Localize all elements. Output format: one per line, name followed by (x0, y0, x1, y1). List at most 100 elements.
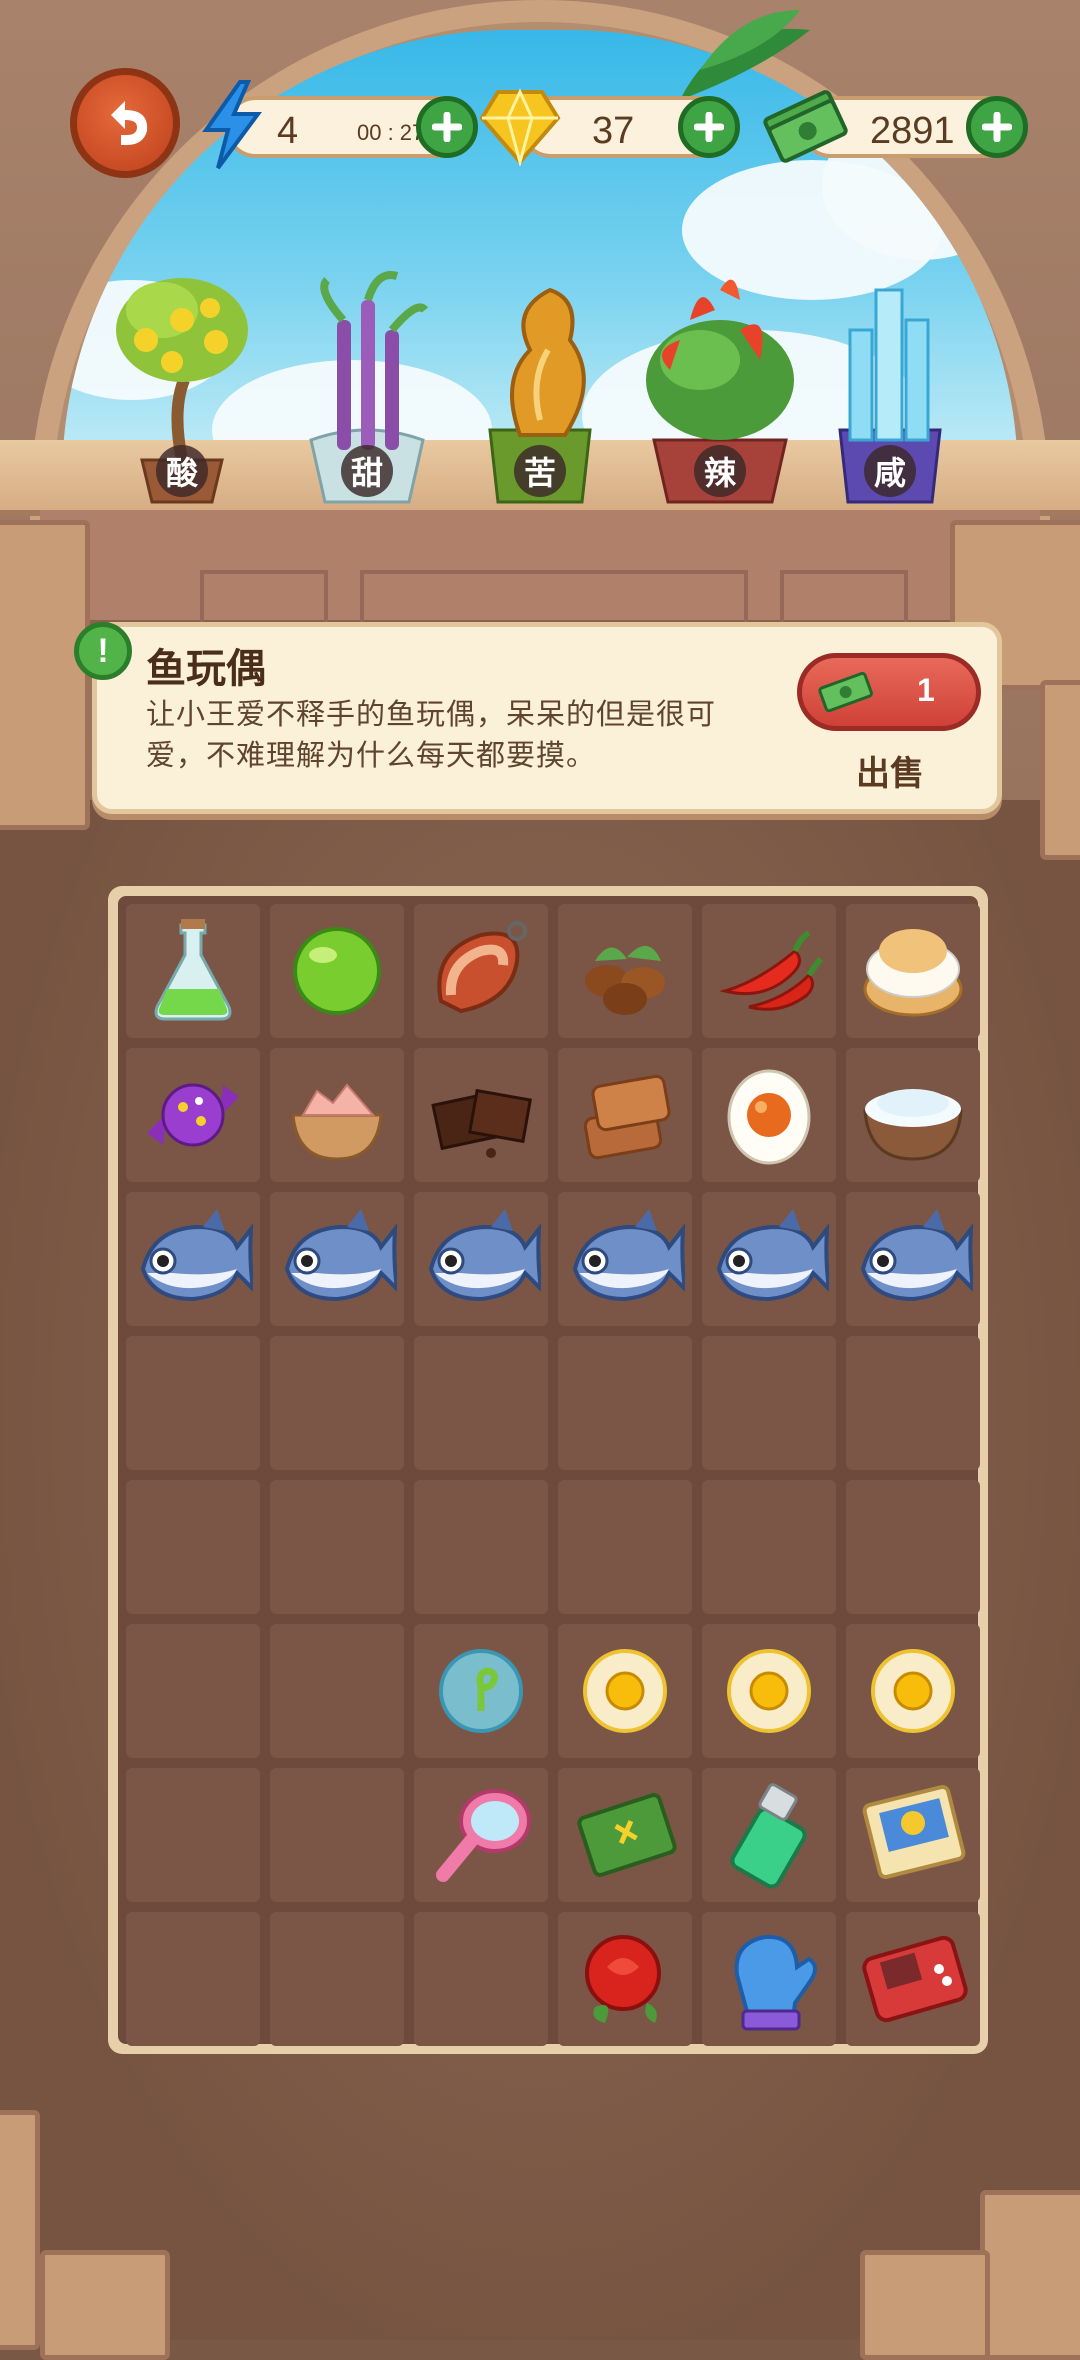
inventory-slot-empty[interactable] (126, 1912, 260, 2046)
inventory-slot-empty[interactable] (126, 1624, 260, 1758)
inventory-slot[interactable] (270, 904, 404, 1038)
gem-value: 37 (592, 110, 635, 152)
inventory-slot[interactable] (126, 1192, 260, 1326)
inventory-slot[interactable] (414, 1192, 548, 1326)
crate-bottom-left (0, 2110, 40, 2350)
inventory-slot[interactable] (414, 1048, 548, 1182)
plant-label-spicy: 辣 (694, 445, 746, 497)
cash-icon (763, 90, 848, 163)
inventory-slot-empty[interactable] (126, 1768, 260, 1902)
inventory-slot-empty[interactable] (414, 1480, 548, 1614)
inventory-slot[interactable] (414, 1768, 548, 1902)
sell-button[interactable]: 1 (797, 653, 981, 731)
cabinet (40, 510, 1040, 634)
fish-plush-icon (572, 1209, 685, 1302)
inventory-slot[interactable] (270, 1048, 404, 1182)
inventory-slot-empty[interactable] (846, 1336, 980, 1470)
inventory-slot-empty[interactable] (702, 1336, 836, 1470)
inventory-slot[interactable] (846, 1048, 980, 1182)
rose-icon (585, 1935, 661, 2023)
inventory-slot-empty[interactable] (270, 1768, 404, 1902)
inventory-grid (118, 896, 980, 2046)
inventory-slot[interactable] (846, 1912, 980, 2046)
plant-label-sour: 酸 (156, 445, 208, 497)
info-exclamation-icon: ! (74, 622, 132, 680)
inventory-slot-empty[interactable] (414, 1336, 548, 1470)
inventory-slot-empty[interactable] (270, 1624, 404, 1758)
lime-icon (293, 927, 381, 1015)
inventory-slot-empty[interactable] (126, 1480, 260, 1614)
plant-label-sweet: 甜 (341, 445, 393, 497)
rice-bowl-icon (863, 1089, 963, 1161)
plus-icon (982, 112, 1012, 142)
inventory-slot[interactable] (846, 904, 980, 1038)
ham-icon (437, 921, 527, 1014)
plant-spicy[interactable]: 辣 (640, 270, 794, 510)
green-potion-icon (154, 919, 232, 1021)
inventory-slot[interactable] (558, 1768, 692, 1902)
hand-mirror-icon (436, 1789, 531, 1882)
inventory-slot[interactable] (558, 1048, 692, 1182)
gem-add-button[interactable] (678, 96, 740, 158)
candy-icon (147, 1083, 239, 1147)
fried-egg-icon (583, 1649, 667, 1733)
inventory-slot-empty[interactable] (270, 1480, 404, 1614)
sell-price: 1 (917, 672, 935, 708)
plus-icon (694, 112, 724, 142)
plant-salty[interactable]: 咸 (820, 270, 960, 510)
energy-value: 4 (277, 110, 299, 152)
inventory-panel (108, 886, 988, 2054)
inventory-slot[interactable] (702, 1768, 836, 1902)
energy-timer: 00 : 27 (357, 120, 425, 145)
cash-add-button[interactable] (966, 96, 1028, 158)
inventory-slot-empty[interactable] (270, 1912, 404, 2046)
gem-icon (479, 88, 561, 166)
inventory-slot-empty[interactable] (846, 1480, 980, 1614)
fried-egg-icon (871, 1649, 955, 1733)
inventory-slot[interactable] (126, 1048, 260, 1182)
crate-right-lower (1040, 680, 1080, 860)
fish-plush-icon (284, 1209, 397, 1302)
inventory-slot[interactable] (414, 1624, 548, 1758)
inventory-slot[interactable] (702, 1912, 836, 2046)
lighter-icon (730, 1783, 807, 1889)
toast-icon (583, 1074, 671, 1160)
crate-bottom-mid (40, 2250, 170, 2360)
inventory-slot-empty[interactable] (702, 1480, 836, 1614)
plant-sweet[interactable]: 甜 (297, 270, 437, 510)
inventory-slot[interactable] (558, 1912, 692, 2046)
inventory-slot[interactable] (558, 904, 692, 1038)
inventory-slot-empty[interactable] (414, 1912, 548, 2046)
back-button[interactable] (70, 68, 180, 178)
back-arrow-icon (111, 101, 148, 145)
crate-left (0, 520, 90, 830)
fish-plush-icon (860, 1209, 973, 1302)
inventory-slot[interactable] (702, 1192, 836, 1326)
inventory-slot[interactable] (702, 904, 836, 1038)
inventory-slot[interactable] (270, 1192, 404, 1326)
notebook-icon (577, 1793, 677, 1877)
inventory-slot-empty[interactable] (558, 1336, 692, 1470)
inventory-slot-empty[interactable] (126, 1336, 260, 1470)
inventory-slot[interactable] (558, 1624, 692, 1758)
inventory-slot[interactable] (126, 904, 260, 1038)
inventory-slot[interactable] (702, 1048, 836, 1182)
inventory-slot[interactable] (414, 904, 548, 1038)
item-name: 鱼玩偶 (146, 647, 266, 691)
cream-puff-icon (863, 929, 963, 1017)
crate-bottom-right (980, 2190, 1080, 2360)
inventory-slot[interactable] (846, 1192, 980, 1326)
plant-sour[interactable]: 酸 (112, 270, 252, 510)
plant-bitter[interactable]: 苦 (470, 270, 610, 510)
inventory-slot[interactable] (846, 1768, 980, 1902)
inventory-slot[interactable] (702, 1624, 836, 1758)
energy-add-button[interactable] (416, 96, 478, 158)
inventory-slot[interactable] (846, 1624, 980, 1758)
inventory-slot-empty[interactable] (270, 1336, 404, 1470)
inventory-slot-empty[interactable] (558, 1480, 692, 1614)
game-console-icon (862, 1935, 968, 2023)
inventory-slot[interactable] (558, 1192, 692, 1326)
mitten-icon (734, 1934, 817, 2031)
sell-label[interactable]: 出售 (856, 746, 924, 795)
trading-card-icon (862, 1784, 966, 1880)
